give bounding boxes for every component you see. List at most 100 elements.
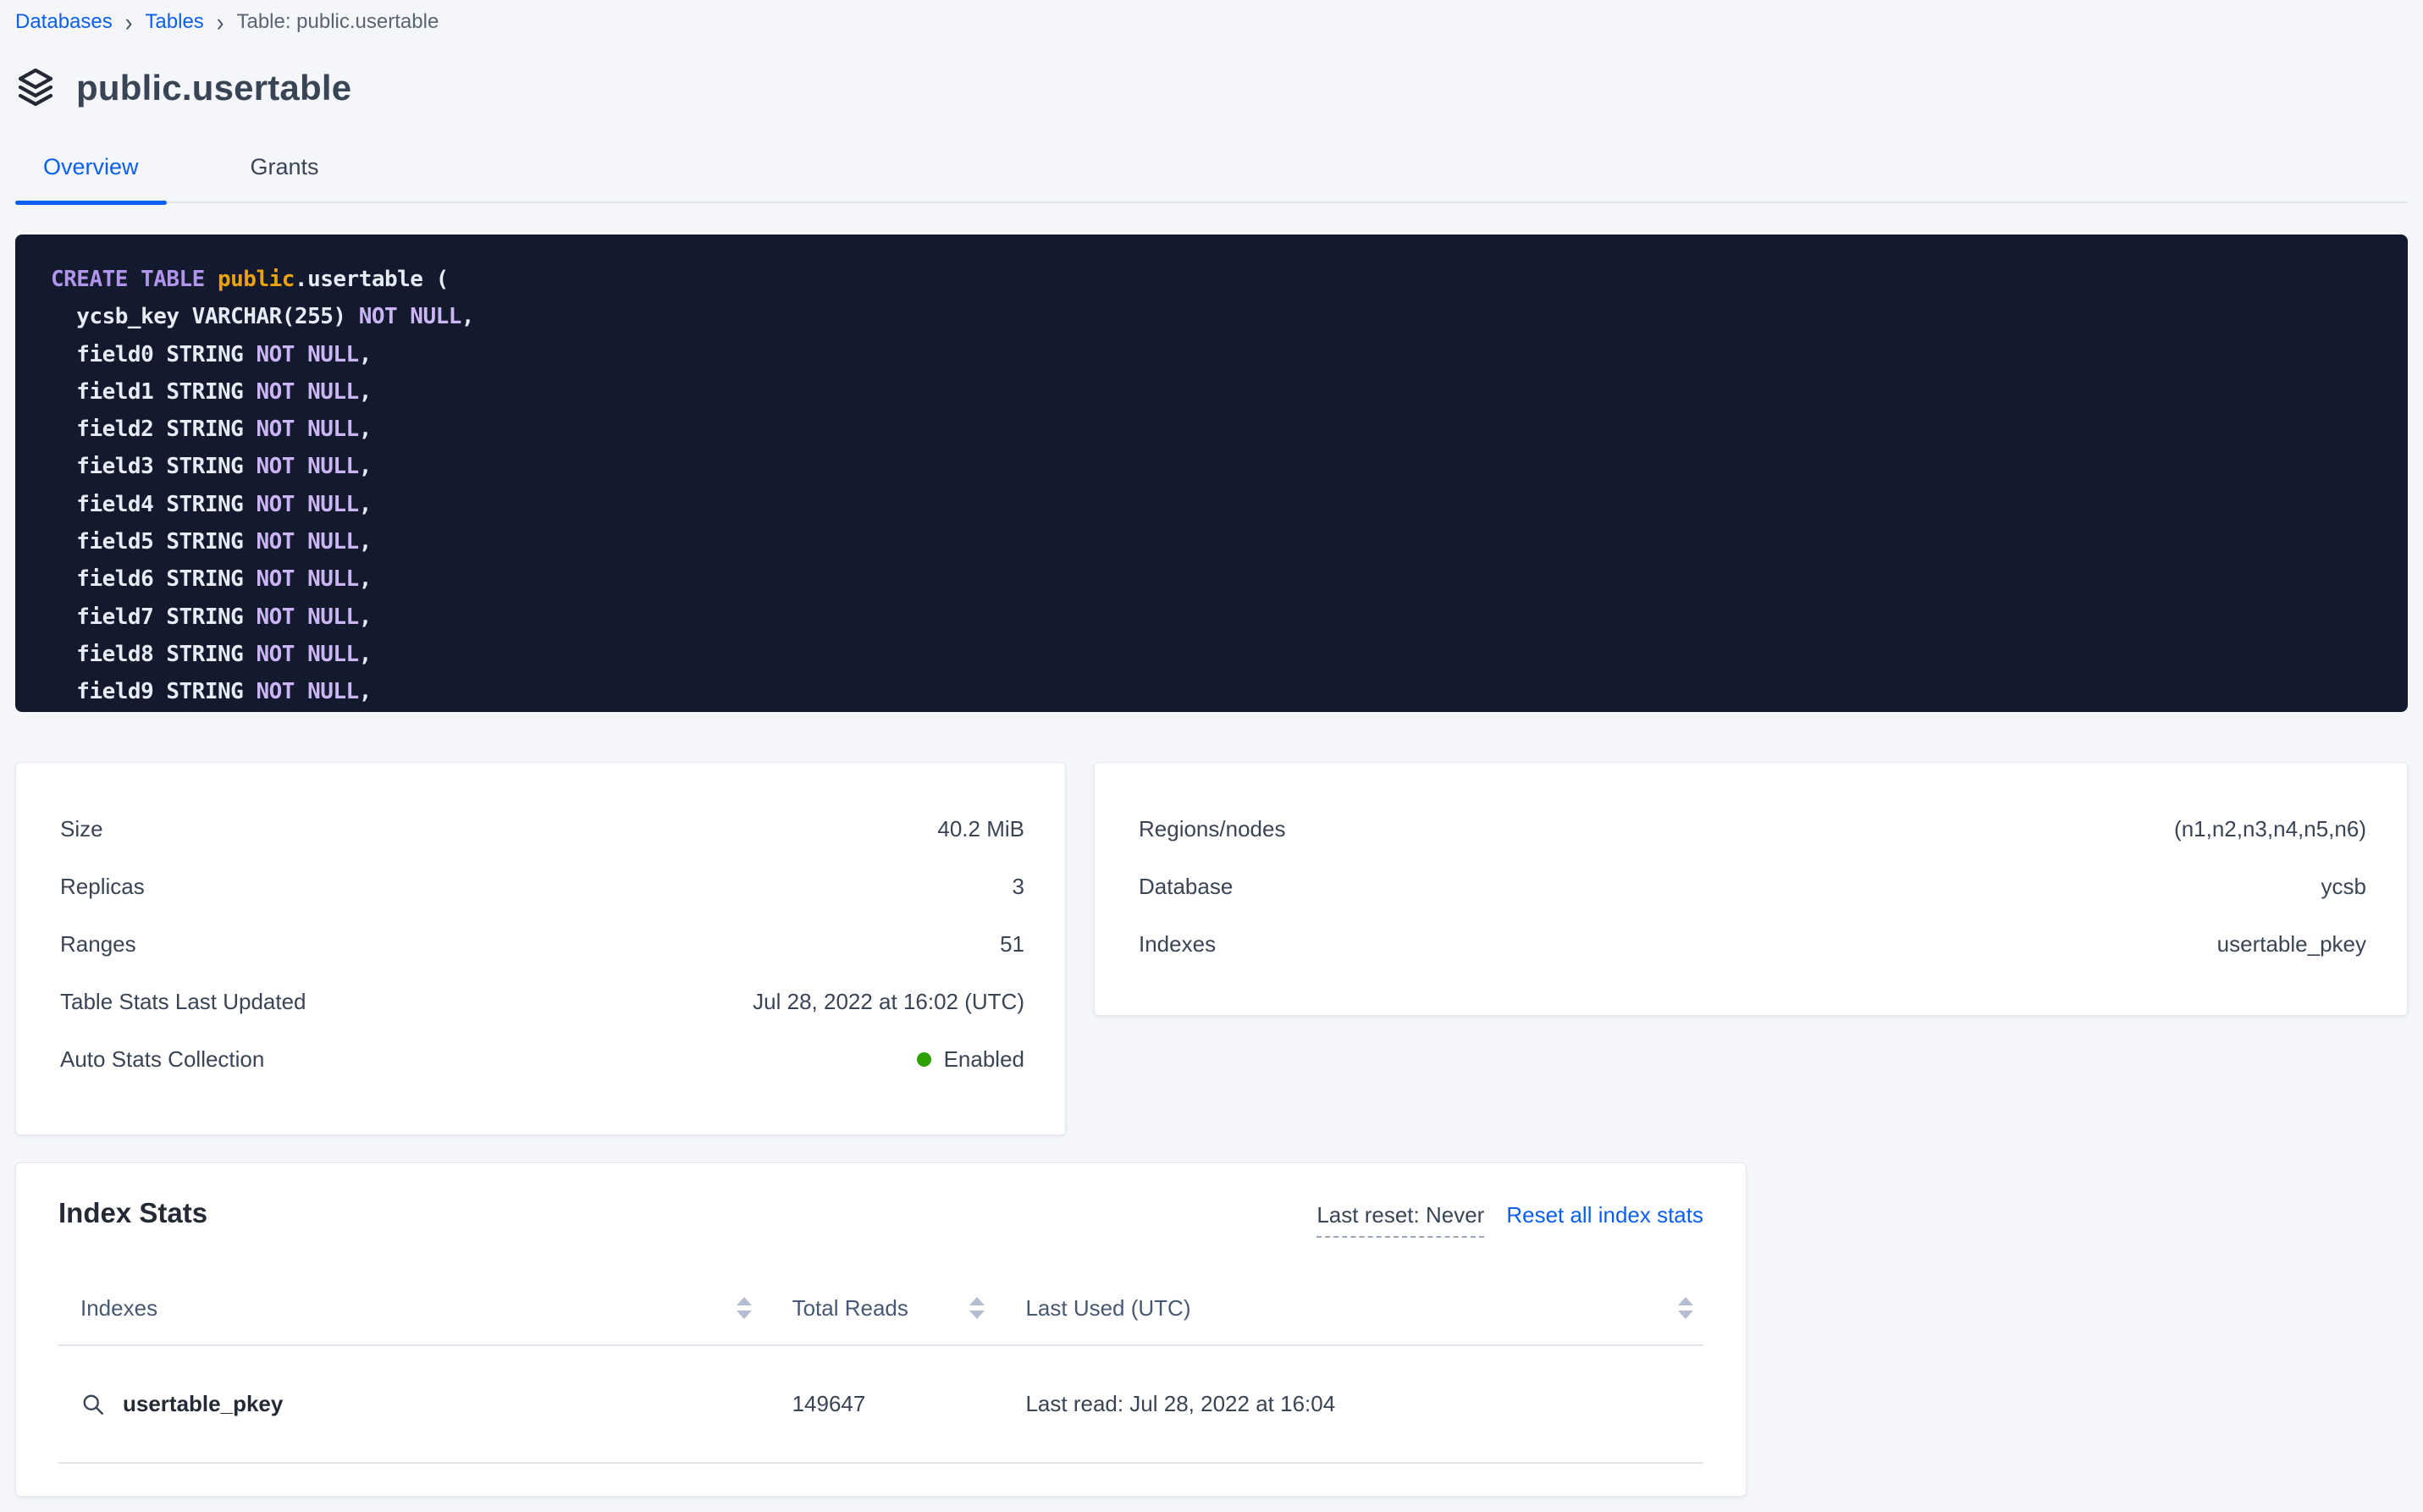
sql-token: NOT NULL bbox=[359, 304, 461, 329]
sort-arrows-icon[interactable] bbox=[737, 1297, 752, 1319]
index-table-body: usertable_pkey 149647Last read: Jul 28, 2… bbox=[58, 1346, 1703, 1464]
sql-token: NOT NULL bbox=[256, 529, 358, 555]
index-stats-card: Index Stats Last reset: Never Reset all … bbox=[15, 1162, 1747, 1497]
detail-label: Size bbox=[60, 816, 103, 842]
sql-token: NOT NULL bbox=[256, 604, 358, 630]
breadcrumb-item-databases[interactable]: Databases bbox=[15, 10, 113, 34]
sql-token: NOT NULL bbox=[256, 379, 358, 405]
detail-row: Replicas 3 bbox=[16, 858, 1065, 915]
index-table-header-row: Indexes Total ReadsLast Used (UTC) bbox=[58, 1272, 1703, 1346]
sql-token: field9 STRING bbox=[51, 679, 256, 704]
sql-token: NOT NULL bbox=[256, 417, 358, 442]
sql-line: field2 STRING NOT NULL, bbox=[51, 411, 2382, 448]
sql-token: , bbox=[359, 679, 372, 704]
sort-up-icon bbox=[737, 1297, 752, 1305]
sql-line: field4 STRING NOT NULL, bbox=[51, 486, 2382, 523]
status-dot-icon bbox=[917, 1052, 931, 1067]
column-header-indexes: Indexes bbox=[58, 1295, 792, 1322]
sort-arrows-icon[interactable] bbox=[1678, 1297, 1693, 1319]
tab-grants[interactable]: Grants bbox=[223, 154, 347, 201]
sort-arrows-icon[interactable] bbox=[969, 1297, 985, 1319]
sql-token: , bbox=[359, 529, 372, 555]
sql-line: CREATE TABLE public.usertable ( bbox=[51, 261, 2382, 298]
sql-token: , bbox=[359, 492, 372, 517]
sort-up-icon bbox=[1678, 1297, 1693, 1305]
detail-label: Replicas bbox=[60, 874, 145, 900]
sql-token: ycsb_key VARCHAR(255) bbox=[51, 304, 359, 329]
detail-value-text: (n1,n2,n3,n4,n5,n6) bbox=[2174, 816, 2366, 842]
sql-line: field5 STRING NOT NULL, bbox=[51, 523, 2382, 560]
details-cards-row: Size40.2 MiBReplicas3Ranges51Table Stats… bbox=[15, 762, 2408, 1135]
sort-up-icon bbox=[969, 1297, 985, 1305]
sql-token: , bbox=[359, 342, 372, 367]
sql-token: field1 STRING bbox=[51, 379, 256, 405]
column-header-last-used-utc-: Last Used (UTC) bbox=[1025, 1295, 1703, 1322]
sql-token: , bbox=[359, 642, 372, 667]
breadcrumb: Databases › Tables › Table: public.usertable bbox=[15, 0, 2408, 34]
last-used-cell: Last read: Jul 28, 2022 at 16:04 bbox=[1025, 1391, 1703, 1417]
chevron-right-icon: › bbox=[125, 9, 133, 35]
sql-token: field8 STRING bbox=[51, 642, 256, 667]
detail-value: Enabled bbox=[917, 1046, 1024, 1073]
total-reads-cell: 149647 bbox=[792, 1391, 1026, 1417]
detail-value-text: 51 bbox=[1000, 931, 1024, 957]
sql-token: field0 STRING bbox=[51, 342, 256, 367]
detail-row: Regions/nodes (n1,n2,n3,n4,n5,n6) bbox=[1095, 800, 2407, 858]
sql-token: CREATE TABLE bbox=[51, 267, 218, 292]
detail-row: Auto Stats CollectionEnabled bbox=[16, 1030, 1065, 1088]
sql-token: , bbox=[359, 454, 372, 479]
page-header: public.usertable bbox=[15, 66, 2408, 110]
index-name-link[interactable]: usertable_pkey bbox=[80, 1391, 283, 1417]
detail-label: Regions/nodes bbox=[1139, 816, 1285, 842]
search-icon bbox=[80, 1392, 106, 1417]
sql-token: , bbox=[359, 417, 372, 442]
reset-all-index-stats-link[interactable]: Reset all index stats bbox=[1506, 1202, 1703, 1228]
tab-overview[interactable]: Overview bbox=[15, 154, 167, 201]
index-stats-actions: Last reset: Never Reset all index stats bbox=[1316, 1202, 1703, 1238]
tab-bar: Overview Grants bbox=[15, 154, 2408, 203]
sql-token: field4 STRING bbox=[51, 492, 256, 517]
table-details-page: Databases › Tables › Table: public.usertable… bbox=[0, 0, 2423, 1497]
sql-code: CREATE TABLE public.usertable ( ycsb_key… bbox=[51, 261, 2382, 711]
sql-token: .usertable ( bbox=[295, 267, 449, 292]
detail-value: 40.2 MiB bbox=[937, 816, 1024, 842]
table-stats-rows: Size40.2 MiBReplicas3Ranges51Table Stats… bbox=[16, 800, 1065, 1088]
sql-line: field7 STRING NOT NULL, bbox=[51, 599, 2382, 636]
sql-token: field7 STRING bbox=[51, 604, 256, 630]
detail-value: 51 bbox=[1000, 931, 1024, 957]
table-meta-rows: Regions/nodes (n1,n2,n3,n4,n5,n6) Database… bbox=[1095, 800, 2407, 973]
last-reset-label: Last reset: Never bbox=[1316, 1202, 1484, 1238]
sort-down-icon bbox=[737, 1311, 752, 1319]
chevron-right-icon: › bbox=[217, 9, 224, 35]
breadcrumb-item-tables[interactable]: Tables bbox=[145, 10, 203, 34]
table-meta-card: Regions/nodes (n1,n2,n3,n4,n5,n6) Database… bbox=[1094, 762, 2408, 1016]
sql-token: public bbox=[218, 267, 295, 292]
index-stats-row: usertable_pkey 149647Last read: Jul 28, 2… bbox=[58, 1346, 1703, 1464]
detail-row: Ranges 51 bbox=[16, 915, 1065, 973]
detail-value-text: ycsb bbox=[2321, 874, 2366, 900]
sql-token: , bbox=[359, 566, 372, 592]
stack-icon bbox=[15, 67, 56, 109]
sort-down-icon bbox=[969, 1311, 985, 1319]
column-header-total-reads: Total Reads bbox=[792, 1295, 1026, 1322]
breadcrumb-item-table-public-usertable: Table: public.usertable bbox=[236, 10, 439, 34]
detail-value: 3 bbox=[1013, 874, 1024, 900]
detail-value-text: Enabled bbox=[944, 1046, 1024, 1073]
sql-token: field3 STRING bbox=[51, 454, 256, 479]
detail-value-text: usertable_pkey bbox=[2217, 931, 2366, 957]
detail-label: Ranges bbox=[60, 931, 136, 957]
detail-value: usertable_pkey bbox=[2217, 931, 2366, 957]
sql-token: NOT NULL bbox=[256, 642, 358, 667]
detail-value: Jul 28, 2022 at 16:02 (UTC) bbox=[753, 989, 1024, 1015]
sql-line: field3 STRING NOT NULL, bbox=[51, 448, 2382, 485]
column-header-label: Indexes bbox=[80, 1295, 157, 1322]
detail-label: Indexes bbox=[1139, 931, 1216, 957]
detail-label: Database bbox=[1139, 874, 1233, 900]
sql-token: , bbox=[359, 604, 372, 630]
sql-token: , bbox=[461, 304, 474, 329]
table-stats-card: Size40.2 MiBReplicas3Ranges51Table Stats… bbox=[15, 762, 1066, 1135]
sql-line: field1 STRING NOT NULL, bbox=[51, 373, 2382, 411]
index-name-cell: usertable_pkey bbox=[58, 1391, 792, 1417]
sql-token: NOT NULL bbox=[256, 342, 358, 367]
detail-value-text: 3 bbox=[1013, 874, 1024, 900]
